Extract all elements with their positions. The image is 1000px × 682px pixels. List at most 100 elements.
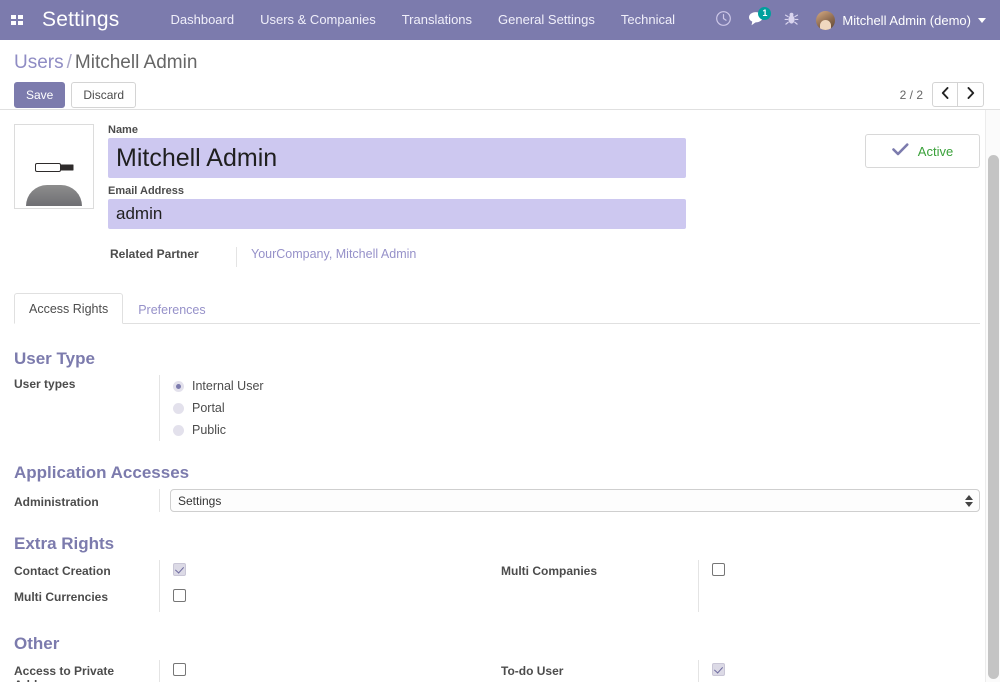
application-accesses-title: Application Accesses [14,463,190,482]
radio-icon [173,424,184,436]
pager-next-button[interactable] [958,82,984,107]
vertical-scrollbar[interactable] [985,110,1000,682]
related-partner-row: Related Partner YourCompany, Mitchell Ad… [108,247,686,267]
other-left-column: Access to Private Addresses [14,660,497,682]
administration-row: Administration Settings [14,489,980,512]
user-menu-label: Mitchell Admin (demo) [842,12,971,28]
multi-currencies-label: Multi Currencies [14,590,109,604]
radio-internal-user[interactable]: Internal User [173,375,980,397]
menu-item-users-companies[interactable]: Users & Companies [247,0,389,40]
email-input[interactable] [108,199,686,229]
notebook-tabs: Access Rights Preferences [14,293,980,324]
multi-companies-holder [698,560,980,586]
user-photo-image [17,127,91,206]
administration-select[interactable]: Settings [170,489,980,512]
user-types-row: User types Internal User Portal Public [14,375,980,441]
multi-companies-label: Multi Companies [501,564,598,578]
systray: 1 Mitchell Admin (demo) [706,0,992,40]
row-todo-user: To-do User [501,660,980,682]
menu-item-dashboard[interactable]: Dashboard [157,0,247,40]
row-contact-creation: Contact Creation [14,560,497,586]
radio-icon [173,380,184,392]
row-access-private-addresses: Access to Private Addresses [14,660,497,682]
tab-access-rights[interactable]: Access Rights [14,293,124,324]
multi-currencies-holder [159,586,497,612]
breadcrumb-parent[interactable]: Users [14,52,64,73]
menu-item-translations[interactable]: Translations [389,0,485,40]
chevron-right-icon [967,87,975,102]
avatar [816,10,836,30]
other-title: Other [14,634,60,653]
extra-rights-grid: Contact Creation Multi Currencies Multi … [14,560,980,612]
user-menu-button[interactable]: Mitchell Admin (demo) [808,10,992,30]
debug-button[interactable] [774,0,808,40]
contact-creation-checkbox[interactable] [173,563,186,576]
user-types-label: User types [14,377,76,391]
chevron-left-icon [941,87,949,102]
tab-preferences[interactable]: Preferences [123,294,220,324]
menu-item-technical[interactable]: Technical [608,0,688,40]
check-icon [891,142,909,160]
apps-menu-button[interactable] [0,0,34,40]
todo-user-checkbox[interactable] [712,663,725,676]
other-grid: Access to Private Addresses To-do User [14,660,980,682]
access-private-addresses-holder [159,660,497,682]
apps-grid-icon [11,15,23,25]
menu-item-general-settings[interactable]: General Settings [485,0,608,40]
clock-icon [715,10,732,30]
email-block: Email Address [108,185,686,229]
email-label: Email Address [108,185,185,197]
name-input[interactable] [108,138,686,178]
record-pager: 2 / 2 [900,82,984,107]
row-multi-currencies: Multi Currencies [14,586,497,612]
app-brand-title[interactable]: Settings [34,8,129,32]
extra-rights-title: Extra Rights [14,534,115,553]
main-menu: Dashboard Users & Companies Translations… [157,0,688,40]
radio-portal[interactable]: Portal [173,397,980,419]
chevron-down-icon [978,17,986,23]
contact-creation-holder [159,560,497,586]
radio-public[interactable]: Public [173,419,980,441]
row-multi-companies: Multi Companies [501,560,980,586]
todo-user-label: To-do User [501,664,564,678]
breadcrumb-separator: / [66,52,72,73]
radio-label: Public [192,423,227,437]
administration-label: Administration [14,494,99,509]
scrollbar-thumb[interactable] [988,155,999,679]
administration-value: Settings [159,489,980,512]
messages-badge: 1 [758,7,772,20]
access-private-addresses-checkbox[interactable] [173,663,186,676]
form-sheet: Name Email Address Related Partner YourC… [0,110,1000,682]
pager-previous-button[interactable] [932,82,958,107]
related-partner-label: Related Partner [110,247,199,261]
multi-currencies-checkbox[interactable] [173,589,186,602]
messages-button[interactable]: 1 [740,0,774,40]
user-types-options: Internal User Portal Public [159,375,980,441]
spacer-label [501,586,698,590]
status-badge[interactable]: Active [865,134,980,168]
form-header: Name Email Address Related Partner YourC… [14,124,980,267]
user-type-title: User Type [14,349,95,368]
save-button[interactable]: Save [14,82,66,108]
user-photo[interactable] [14,124,94,209]
bug-icon [784,11,799,29]
multi-companies-checkbox[interactable] [712,563,725,576]
extra-rights-right-spacer [501,586,980,612]
other-right-column: To-do User [497,660,980,682]
extra-rights-right-column: Multi Companies [497,560,980,612]
todo-user-holder [698,660,980,682]
radio-icon [173,402,184,414]
activities-button[interactable] [706,0,740,40]
form-buttons: Save Discard [14,82,986,108]
breadcrumb: Users / Mitchell Admin [14,50,986,76]
pager-count: 2 / 2 [899,87,923,102]
radio-label: Portal [192,401,225,415]
access-private-addresses-label: Access to Private Addresses [14,664,115,682]
administration-select-value: Settings [178,493,222,508]
radio-label: Internal User [192,379,264,393]
extra-rights-left-column: Contact Creation Multi Currencies [14,560,497,612]
contact-creation-label: Contact Creation [14,564,111,578]
discard-button[interactable]: Discard [71,82,137,108]
form-sheet-container: Name Email Address Related Partner YourC… [0,109,1000,682]
related-partner-value[interactable]: YourCompany, Mitchell Admin [236,247,416,267]
